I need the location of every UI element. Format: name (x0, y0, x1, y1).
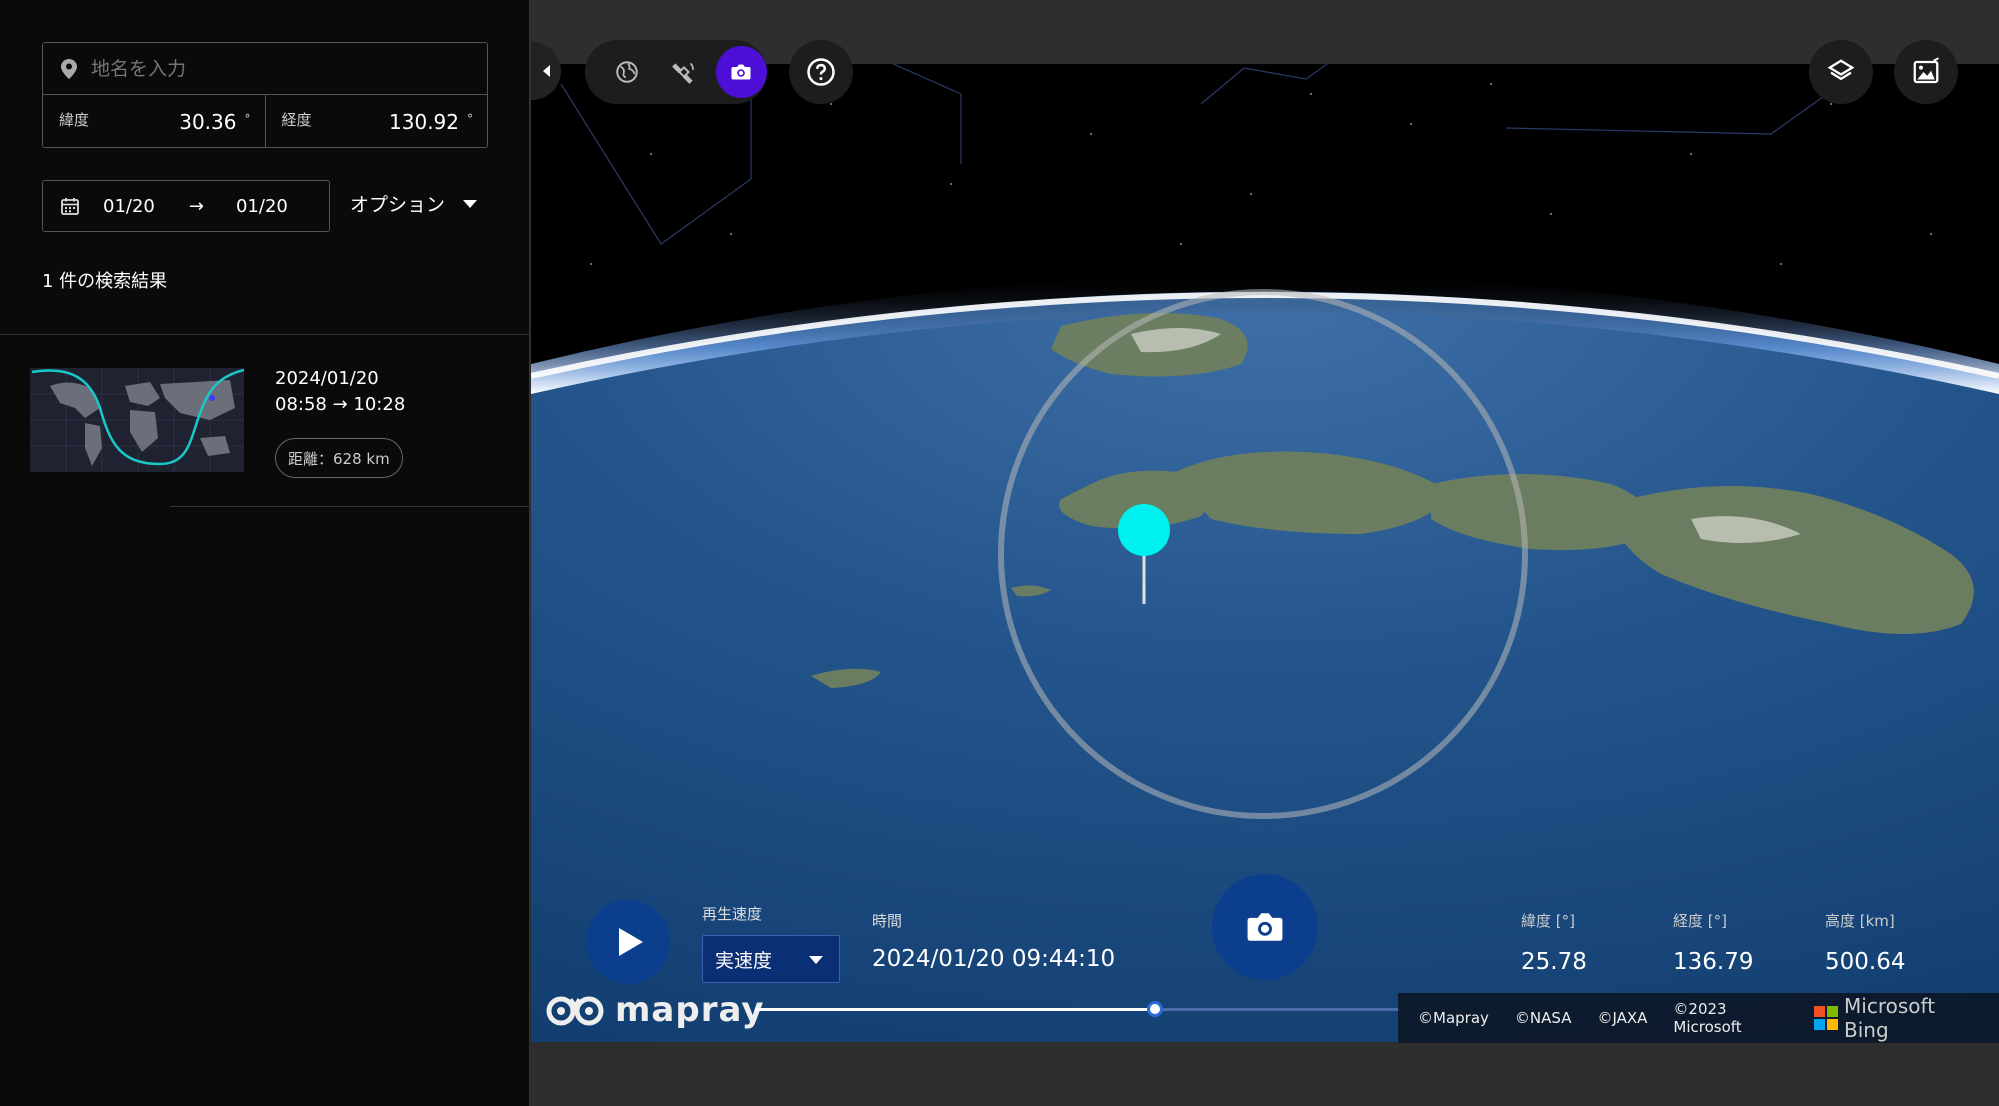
place-search-input[interactable] (91, 57, 471, 80)
timeline-handle[interactable] (1146, 1001, 1163, 1017)
bing-credit: Microsoft Bing (1844, 994, 1936, 1042)
latitude-field[interactable]: 緯度 30.36 ° (43, 95, 265, 148)
date-range-picker[interactable]: 01/20 → 01/20 (42, 180, 330, 232)
camera-icon (1247, 913, 1283, 941)
owl-logo-icon (546, 996, 604, 1026)
stat-label: 経度 [°] (1673, 912, 1727, 930)
location-pin-icon (61, 58, 77, 79)
date-from[interactable]: 01/20 (103, 196, 155, 217)
location-search-panel: 緯度 30.36 ° 経度 130.92 ° (42, 42, 488, 148)
divider (170, 506, 530, 507)
calendar-icon (61, 198, 79, 215)
speed-label: 再生速度 (702, 905, 763, 923)
stat-value: 136.79 (1673, 949, 1754, 975)
result-item[interactable]: 2024/01/20 08:58 → 10:28 距離：628 km (30, 368, 530, 506)
stat-value: 25.78 (1521, 949, 1587, 975)
longitude-field[interactable]: 経度 130.92 ° (264, 95, 488, 148)
longitude-unit: ° (467, 111, 473, 126)
longitude-value[interactable]: 130.92 (389, 110, 459, 134)
satellite-view-button[interactable] (658, 46, 709, 98)
attribution-bar: ©Mapray ©NASA ©JAXA ©2023 Microsoft Micr… (1398, 993, 1999, 1043)
stat-altitude: 高度 [km] 500.64 (1825, 910, 1905, 975)
date-arrow: → (188, 195, 204, 217)
options-dropdown[interactable]: オプション (350, 190, 478, 217)
play-button[interactable] (586, 900, 670, 984)
satellite-icon (672, 62, 694, 84)
divider (0, 334, 530, 335)
credit-mapray: ©Mapray (1418, 1009, 1489, 1027)
camera-view-button[interactable] (715, 46, 767, 98)
chevron-down-icon (463, 199, 478, 208)
image-export-button[interactable] (1894, 40, 1958, 104)
time-value: 2024/01/20 09:44:10 (872, 946, 1116, 972)
view-mode-toolbar (585, 40, 767, 104)
globe-icon (615, 61, 638, 83)
layers-button[interactable] (1809, 40, 1873, 104)
date-to[interactable]: 01/20 (236, 196, 288, 217)
latitude-unit: ° (244, 111, 251, 126)
chevron-down-icon (809, 956, 823, 964)
search-row[interactable] (43, 43, 487, 95)
options-label: オプション (350, 194, 446, 216)
credit-jaxa: ©JAXA (1597, 1009, 1648, 1027)
credit-microsoft: ©2023 Microsoft (1673, 1000, 1742, 1036)
longitude-label: 経度 (281, 111, 312, 129)
credit-nasa: ©NASA (1514, 1009, 1572, 1027)
result-time: 08:58 → 10:28 (275, 394, 406, 415)
timeline-track-remaining[interactable] (1154, 1008, 1400, 1011)
time-label: 時間 (872, 912, 903, 930)
speed-value: 実速度 (715, 949, 773, 972)
microsoft-logo-icon (1814, 1006, 1839, 1030)
chevron-left-icon (542, 65, 550, 77)
camera-icon (731, 64, 751, 80)
capture-button[interactable] (1212, 874, 1318, 980)
timeline-track[interactable] (755, 1008, 1155, 1011)
globe-view-button[interactable] (601, 46, 652, 98)
stat-longitude: 経度 [°] 136.79 (1673, 910, 1753, 975)
image-icon (1913, 57, 1939, 84)
latitude-value[interactable]: 30.36 (179, 110, 236, 134)
sidebar: 緯度 30.36 ° 経度 130.92 ° 01/20 → 01/20 オプション… (0, 0, 530, 1106)
speed-select[interactable]: 実速度 (702, 935, 840, 983)
stat-label: 高度 [km] (1825, 912, 1895, 930)
stat-label: 緯度 [°] (1521, 912, 1575, 930)
play-icon (619, 928, 643, 956)
help-icon (807, 58, 835, 86)
help-button[interactable] (789, 40, 853, 104)
stat-latitude: 緯度 [°] 25.78 (1521, 910, 1587, 975)
distance-badge: 距離：628 km (275, 438, 403, 478)
result-count: 1 件の検索結果 (42, 271, 168, 292)
logo-text: mapray (615, 990, 765, 1030)
result-date: 2024/01/20 (275, 368, 379, 389)
stat-value: 500.64 (1825, 949, 1906, 975)
layers-icon (1827, 59, 1855, 81)
latitude-label: 緯度 (59, 111, 90, 129)
orbit-thumbnail (30, 368, 244, 472)
mapray-logo: mapray (545, 990, 765, 1030)
